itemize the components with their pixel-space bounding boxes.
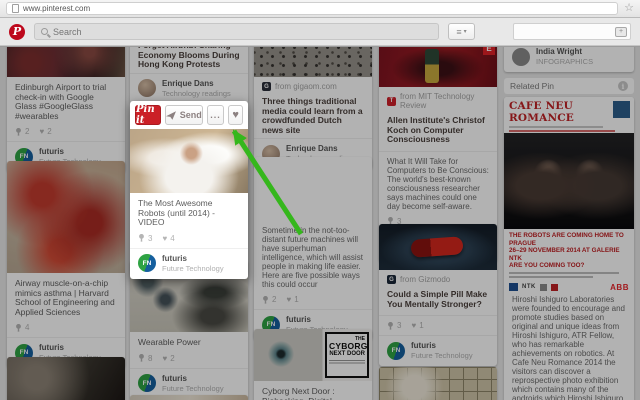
extension-icon: + xyxy=(615,26,627,37)
repin-count: 3 xyxy=(148,233,153,243)
pinterest-header: P ≡▾ + xyxy=(0,18,640,46)
pin-author-row[interactable]: FN futuris Future Technology xyxy=(130,247,248,279)
paper-plane-icon xyxy=(165,110,176,120)
menu-icon: ≡ xyxy=(456,26,462,37)
pin-image-robots[interactable] xyxy=(130,129,248,193)
pinterest-logo[interactable]: P xyxy=(9,23,25,40)
extension-field[interactable]: + xyxy=(513,23,631,40)
like-icon: ♥ xyxy=(162,233,168,243)
pin-title[interactable]: The Most Awesome Robots (until 2014) - V… xyxy=(130,193,248,231)
avatar: FN xyxy=(138,254,156,272)
url-text: www.pinterest.com xyxy=(23,4,91,13)
like-button[interactable]: ♥ xyxy=(228,105,243,125)
board-name: Future Technology xyxy=(162,263,224,273)
bookmark-star-icon[interactable]: ☆ xyxy=(624,3,634,14)
send-button[interactable]: Send xyxy=(164,105,203,125)
search-box[interactable] xyxy=(34,23,439,40)
dim-overlay xyxy=(0,47,640,400)
search-input[interactable] xyxy=(53,26,432,37)
pin-grid: Edinburgh Airport to trial check-in with… xyxy=(0,47,640,400)
menu-button[interactable]: ≡ ▾ xyxy=(448,23,475,40)
address-bar[interactable]: www.pinterest.com xyxy=(6,2,619,15)
like-count: 4 xyxy=(170,233,175,243)
pin-card-robots-hovered: Pin it Send ... ♥ The Most Awesome Robot… xyxy=(130,101,248,279)
search-icon xyxy=(41,28,48,35)
chevron-down-icon: ▾ xyxy=(463,29,467,35)
repin-icon xyxy=(139,234,144,242)
page-icon xyxy=(12,4,19,13)
pin-stats: 3 ♥ 4 xyxy=(130,231,248,248)
more-options-button[interactable]: ... xyxy=(206,105,225,125)
browser-toolbar: www.pinterest.com ☆ xyxy=(0,0,640,18)
pin-hover-toolbar: Pin it Send ... ♥ xyxy=(130,101,248,129)
author-name: futuris xyxy=(162,253,187,263)
pin-it-button[interactable]: Pin it xyxy=(135,104,161,126)
